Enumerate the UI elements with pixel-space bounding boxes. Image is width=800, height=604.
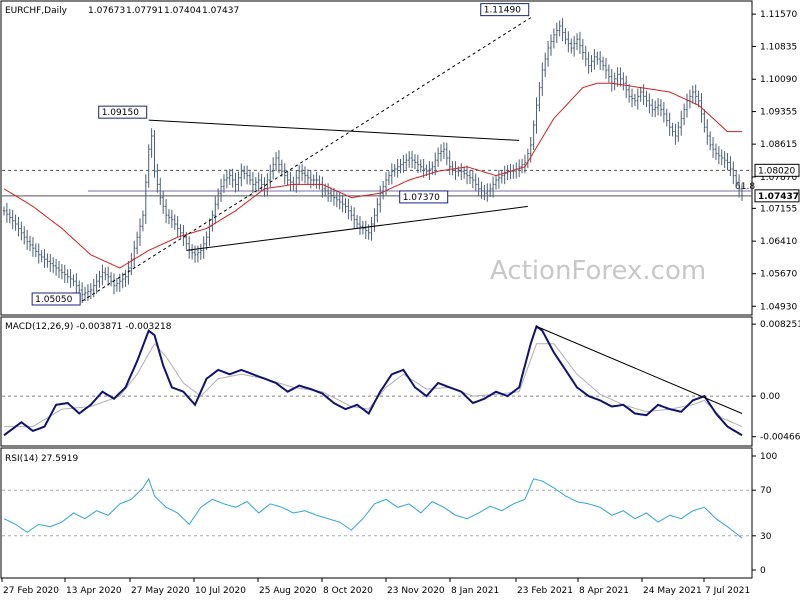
price-chart-title: EURCHF,Daily [5,6,68,16]
rsi-y-tick-label: 70 [760,486,772,496]
ohlc-open: 1.07673 [88,6,125,16]
price-label-box: 1.09150 [98,105,148,119]
price-label: 1.07370 [403,193,440,203]
x-tick-label: 23 Nov 2020 [387,586,445,596]
price-y-tick-label: 1.10835 [760,42,797,52]
price-y-tick-label: 1.10090 [760,75,797,85]
x-tick-label: 8 Apr 2021 [579,586,629,596]
price-y-tick-label: 1.09355 [760,108,797,118]
fib-label: 61.8 [735,182,755,192]
rsi-y-tick-label: 30 [760,532,772,542]
axis-price-marker-label: 1.08020 [758,166,795,176]
chart-canvas: ActionForex.com 61.8 1.11490 1.09150 1.0737… [0,0,800,596]
x-tick-label: 10 Jul 2020 [195,586,246,596]
x-tick-label: 8 Oct 2020 [323,586,373,596]
x-tick-label: 25 Aug 2020 [259,586,317,596]
macd-panel [0,316,753,447]
x-tick-label: 23 Feb 2021 [517,586,573,596]
ohlc-close: 1.07437 [202,6,239,16]
rsi-title: RSI(14) 27.5919 [5,454,78,464]
macd-title: MACD(12,26,9) -0.003871 -0.003218 [5,322,172,332]
ohlc-high: 1.07791 [126,6,163,16]
x-tick-label: 13 Apr 2020 [66,586,122,596]
eurchf-daily-chart: ActionForex.com 61.8 1.11490 1.09150 1.0737… [0,0,800,600]
price-label: 1.05050 [35,295,72,305]
watermark: ActionForex.com [490,256,706,286]
x-tick-label: 7 Jul 2021 [705,586,750,596]
price-label-box: 1.05050 [31,292,81,306]
ohlc-low: 1.07404 [164,6,201,16]
price-label-box: 1.07370 [399,190,449,204]
rsi-y-tick-label: 100 [760,452,777,462]
rsi-y-tick-label: 0 [760,566,766,576]
price-y-tick-label: 1.05670 [760,270,797,280]
macd-y-tick-label: 0.00 [760,392,780,402]
price-label: 1.09150 [102,108,139,118]
price-label-box: 1.11490 [480,3,530,17]
x-tick-label: 27 May 2020 [131,586,190,596]
price-y-tick-label: 1.11570 [760,10,797,20]
axis-price-marker-label: 1.07437 [758,192,799,202]
macd-y-tick-label: -0.004661 [760,433,800,443]
price-y-tick-label: 1.08615 [760,140,797,150]
x-tick-label: 24 May 2021 [643,586,702,596]
price-y-tick-label: 1.06410 [760,237,797,247]
x-tick-label: 27 Feb 2020 [3,586,59,596]
x-tick-label: 8 Jan 2021 [451,586,499,596]
rsi-panel [0,447,753,579]
macd-y-tick-label: 0.008251 [760,320,800,330]
price-y-tick-label: 1.04930 [760,302,797,312]
price-label: 1.11490 [484,6,521,16]
price-y-tick-label: 1.07155 [760,204,797,214]
